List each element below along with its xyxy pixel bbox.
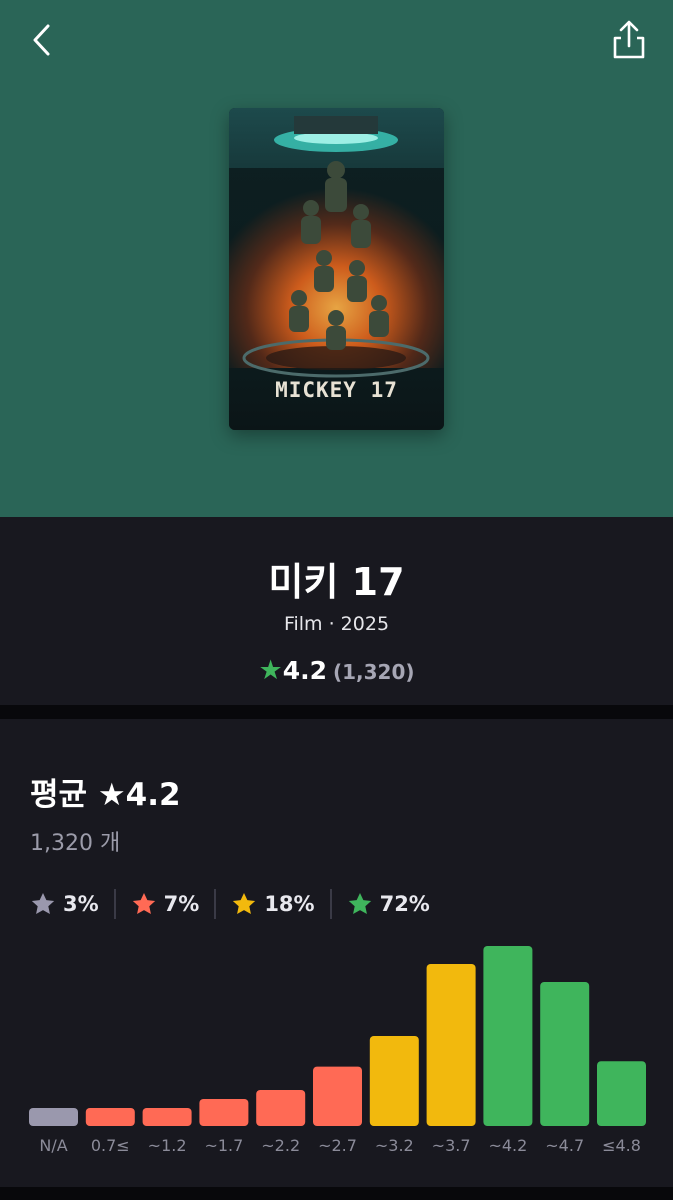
bucket-percent: 72% bbox=[379, 892, 430, 916]
histogram-tick-label: ~1.2 bbox=[148, 1136, 187, 1155]
average-rating-heading: 평균 ★4.2 bbox=[30, 777, 181, 813]
histogram-tick-label: ~4.7 bbox=[545, 1136, 584, 1155]
histogram-bar bbox=[199, 1099, 249, 1126]
histogram-tick-label: ≤4.8 bbox=[602, 1136, 641, 1155]
star-icon bbox=[233, 892, 256, 914]
histogram-tick-label: ~3.2 bbox=[375, 1136, 414, 1155]
histogram-tick-label: ~1.7 bbox=[204, 1136, 243, 1155]
bucket-percent: 18% bbox=[264, 892, 315, 916]
star-icon: ★ bbox=[258, 655, 283, 686]
bucket-na: 3% bbox=[30, 891, 99, 917]
histogram-tick-label: ~2.2 bbox=[261, 1136, 300, 1155]
rating-buckets: 3% 7% 18% 72% bbox=[30, 889, 430, 919]
histogram-tick-label: N/A bbox=[39, 1136, 67, 1155]
movie-info-panel: 미키 17 Film · 2025 ★4.2 (1,320) bbox=[0, 517, 673, 705]
movie-meta: Film · 2025 bbox=[283, 613, 390, 635]
movie-poster[interactable]: MICKEY 17 bbox=[229, 108, 444, 430]
histogram-bar bbox=[540, 982, 590, 1126]
poster-title-text: MICKEY 17 bbox=[275, 378, 398, 402]
share-button[interactable] bbox=[607, 18, 651, 62]
star-icon bbox=[132, 892, 155, 914]
rating-stats-section: 평균 ★4.2 1,320 개 3% 7% 18% 72% N/A 0.7≤ ~1.… bbox=[0, 719, 673, 1187]
histogram-bar bbox=[29, 1108, 78, 1126]
bottom-divider bbox=[0, 1187, 673, 1200]
rating-count: (1,320) bbox=[332, 660, 415, 684]
histogram-tick-label: ~3.7 bbox=[432, 1136, 471, 1155]
histogram-bar bbox=[313, 1066, 362, 1126]
bucket-high: 72% bbox=[347, 891, 430, 917]
histogram-bar bbox=[426, 964, 476, 1126]
histogram-tick-label: ~2.7 bbox=[318, 1136, 357, 1155]
bucket-mid: 18% bbox=[231, 891, 315, 917]
bucket-low: 7% bbox=[131, 891, 200, 917]
bucket-percent: 7% bbox=[163, 892, 200, 916]
rating-value: 4.2 bbox=[282, 656, 327, 685]
histogram-bar bbox=[597, 1061, 646, 1126]
histogram-bar bbox=[142, 1108, 192, 1126]
histogram-bar bbox=[256, 1090, 306, 1126]
star-icon bbox=[348, 892, 371, 914]
rating-summary: ★4.2 (1,320) bbox=[0, 655, 673, 686]
star-icon bbox=[31, 892, 55, 914]
bucket-percent: 3% bbox=[63, 892, 99, 916]
section-divider bbox=[0, 705, 673, 719]
bucket-separator bbox=[214, 889, 217, 919]
rating-count-label: 1,320 개 bbox=[30, 831, 121, 856]
hero-banner: MICKEY 17 bbox=[0, 0, 673, 517]
histogram-bar bbox=[85, 1108, 135, 1126]
histogram-tick-label: 0.7≤ bbox=[91, 1136, 130, 1155]
movie-title: 미키 17 bbox=[268, 560, 405, 604]
histogram-bar bbox=[369, 1036, 419, 1126]
histogram-tick-label: ~4.2 bbox=[488, 1136, 527, 1155]
histogram-bar bbox=[483, 946, 533, 1126]
bucket-separator bbox=[113, 889, 116, 919]
chevron-left-icon bbox=[33, 24, 50, 56]
back-button[interactable] bbox=[22, 20, 62, 60]
rating-distribution-chart: N/A 0.7≤ ~1.2 ~1.7 ~2.2 ~2.7 ~3.2 ~3.7 ~4.2 ~4.7 ≤… bbox=[0, 938, 673, 1188]
bucket-separator bbox=[329, 889, 332, 919]
share-icon bbox=[613, 20, 645, 59]
rating-histogram: N/A 0.7≤ ~1.2 ~1.7 ~2.2 ~2.7 ~3.2 ~3.7 ~4.2 ~4.7 ≤… bbox=[29, 946, 646, 1155]
